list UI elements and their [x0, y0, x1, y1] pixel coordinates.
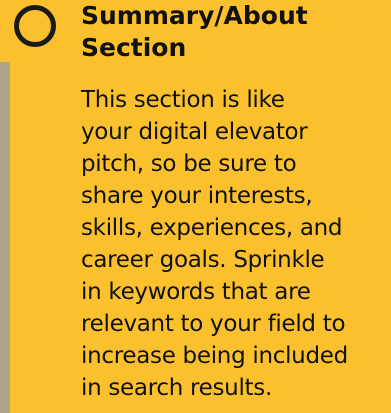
description-line: share your interests, — [81, 183, 313, 209]
description-line: career goals. Sprinkle — [81, 247, 325, 273]
description-line: in keywords that are — [81, 279, 311, 305]
left-rule — [0, 62, 10, 413]
circle-outline-icon — [14, 5, 56, 47]
description-line: relevant to your field to — [81, 311, 346, 337]
summary-about-card: Summary/About Section This section is li… — [0, 0, 391, 413]
section-title-line-2: Section — [81, 33, 187, 62]
page: Summary/About Section This section is li… — [0, 0, 391, 413]
section-title: Summary/About Section — [81, 0, 381, 64]
section-description: This section is like your digital elevat… — [81, 84, 386, 404]
description-line: in search results. — [81, 375, 272, 401]
description-line: your digital elevator — [81, 119, 308, 145]
description-line: pitch, so be sure to — [81, 151, 297, 177]
description-line: increase being included — [81, 343, 348, 369]
section-title-line-1: Summary/About — [81, 1, 308, 30]
description-line: This section is like — [81, 87, 285, 113]
description-line: skills, experiences, and — [81, 215, 343, 241]
